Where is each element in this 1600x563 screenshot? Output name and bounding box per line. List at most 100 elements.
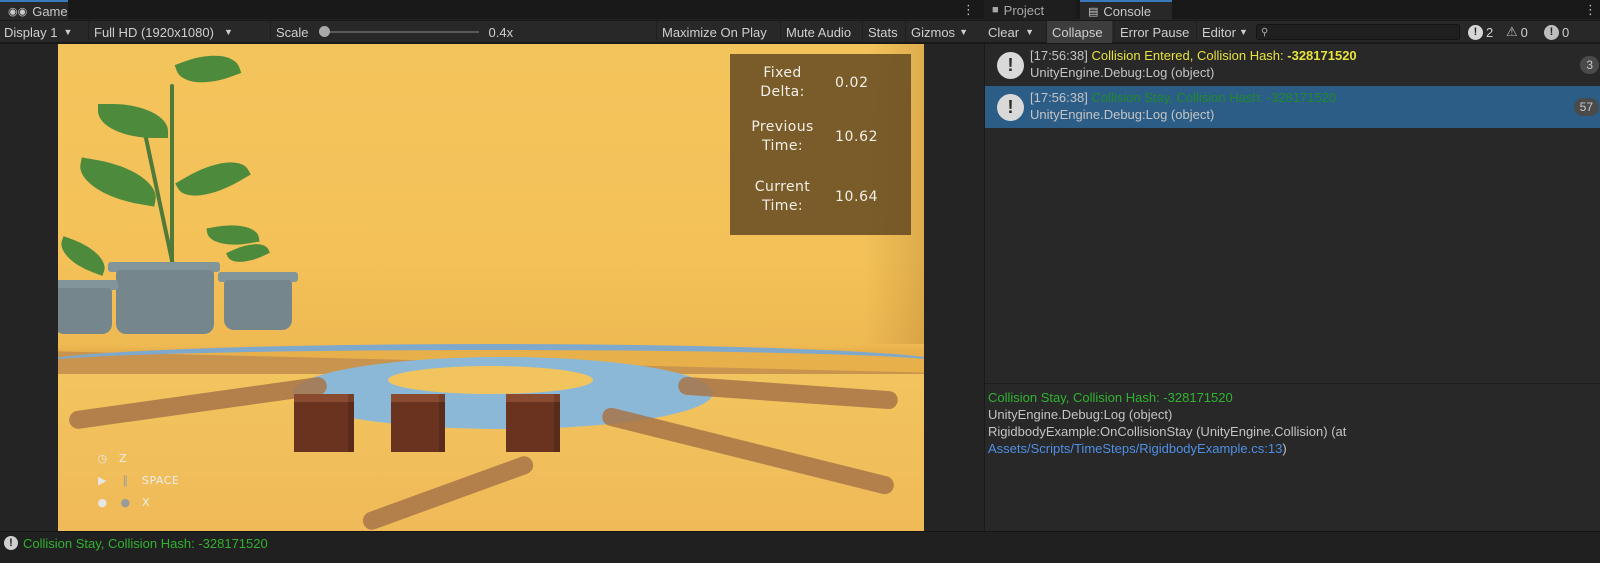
chevron-down-icon: ▼ xyxy=(223,27,233,37)
stat-current-time: Current Time: 10.64 xyxy=(730,178,911,216)
clear-button[interactable]: Clear ▼ xyxy=(988,21,1046,43)
plant-pot xyxy=(116,270,214,334)
plant-pot xyxy=(58,288,112,334)
maximize-on-play-toggle[interactable]: Maximize On Play xyxy=(656,21,778,43)
plant-leaf xyxy=(75,157,161,207)
log-entry[interactable]: ! [17:56:38] Collision Entered, Collisio… xyxy=(985,44,1600,86)
resolution-label: Full HD (1920x1080) xyxy=(94,24,214,40)
control-key: X xyxy=(142,496,151,509)
search-field[interactable]: ⚲ xyxy=(1256,24,1460,40)
plant-leaf xyxy=(58,236,111,276)
error-icon: ! xyxy=(1544,24,1559,40)
plant-leaf xyxy=(174,44,242,94)
plant-pot xyxy=(224,280,292,330)
maximize-on-play-label: Maximize On Play xyxy=(662,24,767,40)
error-filter-toggle[interactable]: ! 0 xyxy=(1544,21,1598,43)
game-panel-menu-icon[interactable]: ⋮ xyxy=(962,2,975,18)
info-filter-toggle[interactable]: ! 2 xyxy=(1468,21,1504,43)
scale-value: 0.4x xyxy=(488,24,514,40)
clock-icon: ◷ xyxy=(97,452,108,465)
console-icon: ▤ xyxy=(1088,5,1099,18)
console-tabstrip: ■ Project ▤ Console ⋮ xyxy=(984,0,1600,20)
control-hint-space: ▶ ∥ SPACE xyxy=(96,474,179,487)
log-message: Collision Stay, Collision Hash: xyxy=(1091,90,1267,105)
chevron-down-icon[interactable]: ▼ xyxy=(1025,27,1034,37)
detail-link-line: Assets/Scripts/TimeSteps/RigidbodyExampl… xyxy=(988,440,1598,457)
info-icon: ! xyxy=(1468,24,1483,40)
collapse-toggle[interactable]: Collapse xyxy=(1046,21,1112,43)
warning-filter-toggle[interactable]: ⚠ 0 xyxy=(1506,21,1542,43)
detail-line: RigidbodyExample:OnCollisionStay (UnityE… xyxy=(988,424,1347,439)
warning-icon: ⚠ xyxy=(1506,24,1518,39)
scale-slider-thumb[interactable] xyxy=(318,26,330,37)
editor-label: Editor xyxy=(1202,24,1236,40)
log-message: Collision Entered, Collision Hash: xyxy=(1091,48,1288,63)
time-stats-panel: Fixed Delta: 0.02 Previous Time: 10.62 C… xyxy=(730,54,911,235)
stat-label: Fixed Delta: xyxy=(730,64,835,102)
control-key: Z xyxy=(119,452,128,465)
stat-label-line2: Time: xyxy=(762,138,803,154)
editor-dropdown[interactable]: Editor ▼ xyxy=(1196,21,1254,43)
stat-label-line2: Time: xyxy=(762,198,803,214)
status-bar[interactable]: ! Collision Stay, Collision Hash: -32817… xyxy=(0,531,1600,563)
source-file-link[interactable]: Assets/Scripts/TimeSteps/RigidbodyExampl… xyxy=(988,441,1282,456)
stats-label: Stats xyxy=(868,24,898,40)
cube xyxy=(391,394,445,452)
console-panel-menu-icon[interactable]: ⋮ xyxy=(1584,2,1597,18)
info-icon: ! xyxy=(997,94,1024,121)
log-time: [17:56:38] xyxy=(1030,90,1088,105)
log-detail-pane[interactable]: Collision Stay, Collision Hash: -3281715… xyxy=(985,383,1600,531)
status-message[interactable]: Collision Stay, Collision Hash: -3281715… xyxy=(23,536,268,551)
floor-center xyxy=(388,366,593,394)
gizmos-dropdown[interactable]: Gizmos ▼ xyxy=(905,21,983,43)
info-count: 2 xyxy=(1486,24,1494,40)
log-hash: -328171520 xyxy=(1266,90,1337,105)
log-count-badge: 3 xyxy=(1580,56,1599,74)
stat-previous-time: Previous Time: 10.62 xyxy=(730,118,911,156)
log-hash: -328171520 xyxy=(1287,48,1357,63)
scale-slider[interactable] xyxy=(318,26,479,38)
chevron-down-icon: ▼ xyxy=(1238,27,1248,37)
detail-closing: ) xyxy=(1282,441,1287,456)
search-input[interactable] xyxy=(1271,25,1452,39)
scale-control: Scale 0.4x xyxy=(270,21,650,43)
mute-audio-label: Mute Audio xyxy=(786,24,852,40)
stat-label-line1: Current xyxy=(754,179,811,195)
tab-game-label: Game xyxy=(32,3,68,19)
tab-game[interactable]: ◉◉ Game xyxy=(0,0,68,20)
log-entry-message: [17:56:38] Collision Entered, Collision … xyxy=(1030,48,1357,63)
stats-toggle[interactable]: Stats xyxy=(862,21,904,43)
stat-value: 10.64 xyxy=(835,189,879,205)
error-count: 0 xyxy=(1562,24,1570,40)
stat-label-line1: Previous xyxy=(751,119,814,135)
stat-label: Current Time: xyxy=(730,178,835,216)
pause-icon: ∥ xyxy=(122,474,129,487)
log-entry-message: [17:56:38] Collision Stay, Collision Has… xyxy=(1030,90,1336,105)
control-hint-x: ● ● X xyxy=(96,496,150,509)
stat-value: 0.02 xyxy=(835,75,869,91)
mute-audio-toggle[interactable]: Mute Audio xyxy=(780,21,860,43)
stat-label-line2: Delta: xyxy=(760,84,805,100)
console-toolbar: Clear ▼ Collapse Error Pause Editor ▼ ⚲ … xyxy=(984,21,1600,43)
search-icon: ⚲ xyxy=(1261,26,1269,38)
display-dropdown[interactable]: Display 1 ▼ xyxy=(4,21,88,43)
detail-line: UnityEngine.Debug:Log (object) xyxy=(988,407,1173,422)
resolution-dropdown[interactable]: Full HD (1920x1080) ▼ xyxy=(88,21,268,43)
scale-slider-track xyxy=(318,31,479,33)
log-entry-selected[interactable]: ! [17:56:38] Collision Stay, Collision H… xyxy=(985,86,1600,128)
play-icon: ▶ xyxy=(98,474,107,487)
gamepad-icon: ◉◉ xyxy=(8,5,28,18)
tab-project-label: Project xyxy=(1003,2,1045,18)
stat-value: 10.62 xyxy=(835,129,879,145)
tab-project[interactable]: ■ Project xyxy=(984,0,1076,20)
log-time: [17:56:38] xyxy=(1030,48,1088,63)
log-source: UnityEngine.Debug:Log (object) xyxy=(1030,65,1215,80)
cube xyxy=(294,394,354,452)
game-viewport[interactable]: Fixed Delta: 0.02 Previous Time: 10.62 C… xyxy=(58,44,924,531)
physics-icon: ● xyxy=(97,496,108,509)
game-toolbar: Display 1 ▼ Full HD (1920x1080) ▼ Scale … xyxy=(0,21,984,43)
error-pause-toggle[interactable]: Error Pause xyxy=(1114,21,1194,43)
chevron-down-icon: ▼ xyxy=(63,27,73,37)
collapse-label: Collapse xyxy=(1052,24,1103,40)
tab-console[interactable]: ▤ Console xyxy=(1080,0,1172,20)
